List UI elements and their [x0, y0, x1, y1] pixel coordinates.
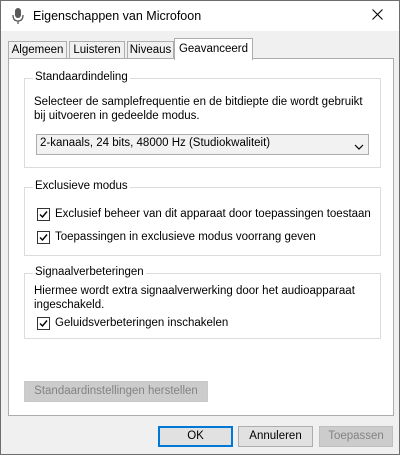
window-title: Eigenschappen van Microfoon: [33, 9, 202, 23]
tab-niveaus[interactable]: Niveaus: [127, 41, 174, 59]
exclusive-mode-title: Exclusieve modus: [33, 180, 130, 192]
default-format-group: Standaardindeling Selecteer de samplefre…: [24, 71, 381, 168]
close-icon: [371, 9, 383, 23]
default-format-description: Selecteer de samplefrequentie en de bitd…: [34, 96, 363, 122]
sample-format-dropdown[interactable]: 2-kanaals, 24 bits, 48000 Hz (Studiokwal…: [36, 134, 369, 155]
exclusive-control-option[interactable]: Exclusief beheer van dit apparaat door t…: [37, 206, 371, 222]
exclusive-mode-group: Exclusieve modus Exclusief beheer van di…: [24, 180, 381, 256]
sample-format-value: 2-kanaals, 24 bits, 48000 Hz (Studiokwal…: [40, 137, 271, 149]
title-bar: Eigenschappen van Microfoon: [1, 1, 399, 31]
chevron-down-icon: [354, 140, 364, 150]
default-format-title: Standaardindeling: [33, 71, 130, 83]
tab-luisteren[interactable]: Luisteren: [69, 41, 125, 59]
exclusive-priority-checkbox[interactable]: [37, 230, 50, 244]
apply-button[interactable]: Toepassen: [319, 426, 393, 447]
checkmark-icon: [39, 319, 48, 327]
close-button[interactable]: [355, 1, 399, 31]
exclusive-control-label: Exclusief beheer van dit apparaat door t…: [55, 208, 371, 220]
microphone-icon: [10, 7, 26, 25]
tab-panel-geavanceerd: Standaardindeling Selecteer de samplefre…: [8, 58, 394, 416]
tab-strip: Algemeen Luisteren Niveaus Geavanceerd: [8, 38, 392, 60]
checkmark-icon: [39, 233, 48, 241]
tab-geavanceerd[interactable]: Geavanceerd: [174, 38, 253, 60]
enhancements-option[interactable]: Geluidsverbeteringen inschakelen: [37, 315, 228, 331]
tab-algemeen[interactable]: Algemeen: [8, 41, 67, 59]
enhancements-title: Signaalverbeteringen: [33, 266, 146, 278]
exclusive-control-checkbox[interactable]: [37, 207, 50, 221]
restore-defaults-button[interactable]: Standaardinstellingen herstellen: [24, 381, 208, 402]
cancel-button[interactable]: Annuleren: [238, 426, 313, 447]
dialog-window: Eigenschappen van Microfoon Algemeen Lui…: [0, 0, 400, 455]
exclusive-priority-option[interactable]: Toepassingen in exclusieve modus voorran…: [37, 229, 316, 245]
checkmark-icon: [39, 210, 48, 218]
enhancements-group: Signaalverbeteringen Hiermee wordt extra…: [24, 266, 381, 339]
enhancements-label: Geluidsverbeteringen inschakelen: [55, 317, 229, 329]
ok-button[interactable]: OK: [158, 426, 233, 447]
enhancements-checkbox[interactable]: [37, 316, 50, 330]
exclusive-priority-label: Toepassingen in exclusieve modus voorran…: [55, 231, 316, 243]
enhancements-description: Hiermee wordt extra signaalverwerking do…: [34, 285, 355, 311]
